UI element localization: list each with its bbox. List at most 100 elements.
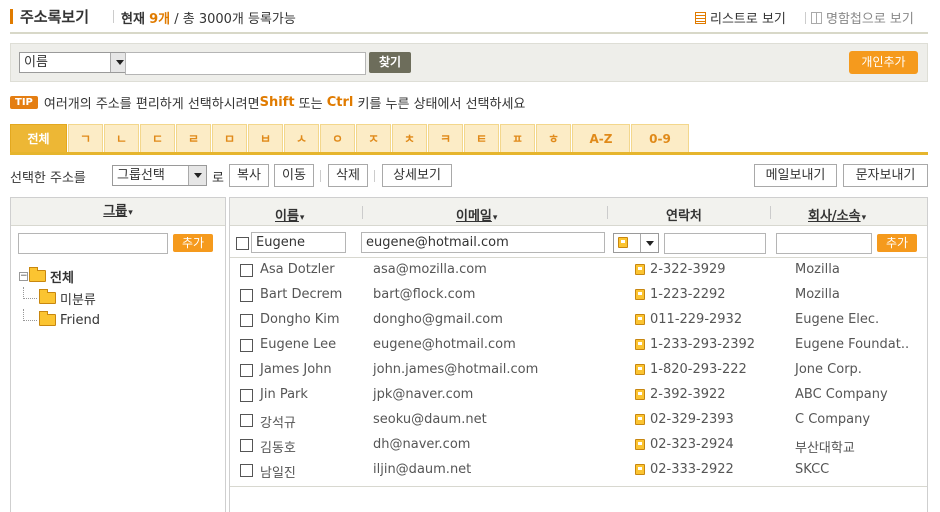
contact-name[interactable]: Bart Decrem <box>260 287 342 302</box>
table-row[interactable]: Dongho Kim dongho@gmail.com 011-229-2932… <box>230 308 927 333</box>
tab-giyeok[interactable]: ㄱ <box>68 124 103 152</box>
new-row-checkbox[interactable] <box>236 237 249 250</box>
contact-name[interactable]: Jin Park <box>260 387 308 402</box>
tab-kieuk[interactable]: ㅋ <box>428 124 463 152</box>
contact-email[interactable]: dh@naver.com <box>373 437 470 452</box>
tab-pieup[interactable]: ㅍ <box>500 124 535 152</box>
table-row[interactable]: Eugene Lee eugene@hotmail.com 1-233-293-… <box>230 333 927 358</box>
tab-tieut[interactable]: ㅌ <box>464 124 499 152</box>
row-checkbox[interactable] <box>240 464 253 477</box>
tab-digeut[interactable]: ㄷ <box>140 124 175 152</box>
folder-icon <box>39 311 56 326</box>
tab-a-z[interactable]: A-Z <box>572 124 630 152</box>
name-column-header[interactable]: 이름▾ <box>275 205 304 224</box>
capacity-text: / 총 3000개 등록가능 <box>174 12 296 27</box>
name-header-label: 이름 <box>275 209 299 224</box>
view-list-link[interactable]: 리스트로 보기 <box>695 8 786 27</box>
contact-name[interactable]: Dongho Kim <box>260 312 340 327</box>
contacts-list: Asa Dotzler asa@mozilla.com 2-322-3929 M… <box>230 258 927 483</box>
table-row[interactable]: 김동호 dh@naver.com 02-323-2924 부산대학교 <box>230 433 927 458</box>
group-item-uncategorized[interactable]: 미분류 <box>19 287 100 309</box>
company-column-header[interactable]: 회사/소속▾ <box>808 205 866 224</box>
tab-bieup[interactable]: ㅂ <box>248 124 283 152</box>
contact-email[interactable]: john.james@hotmail.com <box>373 362 538 377</box>
tab-chieut[interactable]: ㅊ <box>392 124 427 152</box>
contact-name[interactable]: 강석규 <box>260 412 296 431</box>
contact-email[interactable]: iljin@daum.net <box>373 462 471 477</box>
table-row[interactable]: James John john.james@hotmail.com 1-820-… <box>230 358 927 383</box>
phone-number: 02-323-2924 <box>650 437 734 452</box>
selected-label: 선택한 주소를 <box>10 171 86 186</box>
group-select[interactable]: 그룹선택 <box>112 165 207 186</box>
new-name-input[interactable]: Eugene <box>251 232 346 253</box>
tab-0-9[interactable]: 0-9 <box>631 124 689 152</box>
row-checkbox[interactable] <box>240 364 253 377</box>
group-item-all[interactable]: − 전체 <box>19 265 100 287</box>
search-field-select[interactable]: 이름 <box>19 52 129 73</box>
row-checkbox[interactable] <box>240 414 253 427</box>
tab-all[interactable]: 전체 <box>10 124 67 152</box>
group-panel: 그룹▾ 추가 − 전체 미분류 Friend <box>10 197 226 512</box>
table-row[interactable]: 남일진 iljin@daum.net 02-333-2922 SKCC <box>230 458 927 483</box>
table-row[interactable]: Bart Decrem bart@flock.com 1-223-2292 Mo… <box>230 283 927 308</box>
phone-type-select[interactable] <box>613 233 659 253</box>
contact-company: ABC Company <box>795 387 888 402</box>
add-contact-button[interactable]: 추가 <box>877 234 917 252</box>
row-checkbox[interactable] <box>240 314 253 327</box>
contact-phone: 2-392-3922 <box>635 387 726 402</box>
new-email-input[interactable]: eugene@hotmail.com <box>361 232 605 253</box>
tab-siot[interactable]: ㅅ <box>284 124 319 152</box>
add-person-button[interactable]: 개인추가 <box>849 51 918 74</box>
row-checkbox[interactable] <box>240 289 253 302</box>
send-mail-button[interactable]: 메일보내기 <box>754 164 837 187</box>
folder-icon <box>39 289 56 304</box>
contact-name[interactable]: 남일진 <box>260 462 296 481</box>
send-sms-button[interactable]: 문자보내기 <box>843 164 928 187</box>
contact-email[interactable]: dongho@gmail.com <box>373 312 503 327</box>
contact-email[interactable]: jpk@naver.com <box>373 387 473 402</box>
copy-button[interactable]: 복사 <box>229 164 269 187</box>
contact-email[interactable]: asa@mozilla.com <box>373 262 487 277</box>
contact-company: 부산대학교 <box>795 441 855 456</box>
contact-name[interactable]: 김동호 <box>260 437 296 456</box>
contact-name[interactable]: Asa Dotzler <box>260 262 335 277</box>
table-row[interactable]: 강석규 seoku@daum.net 02-329-2393 C Company <box>230 408 927 433</box>
row-checkbox[interactable] <box>240 264 253 277</box>
contact-company: SKCC <box>795 462 830 477</box>
chevron-down-icon[interactable] <box>640 234 658 252</box>
chevron-down-icon[interactable] <box>188 166 206 185</box>
new-company-input[interactable] <box>776 233 872 254</box>
email-column-header[interactable]: 이메일▾ <box>456 205 497 224</box>
tab-rieul[interactable]: ㄹ <box>176 124 211 152</box>
move-button[interactable]: 이동 <box>274 164 314 187</box>
group-header[interactable]: 그룹▾ <box>11 198 225 226</box>
table-row[interactable]: Jin Park jpk@naver.com 2-392-3922 ABC Co… <box>230 383 927 408</box>
add-group-button[interactable]: 추가 <box>173 234 213 252</box>
phone-number: 02-329-2393 <box>650 412 734 427</box>
contact-name[interactable]: Eugene Lee <box>260 337 336 352</box>
search-input[interactable] <box>125 52 366 75</box>
group-name-input[interactable] <box>18 233 168 254</box>
delete-button[interactable]: 삭제 <box>328 164 368 187</box>
row-checkbox[interactable] <box>240 339 253 352</box>
view-card-link[interactable]: 명함첩으로 보기 <box>811 8 914 27</box>
new-phone-input[interactable] <box>664 233 766 254</box>
tab-jieut[interactable]: ㅈ <box>356 124 391 152</box>
contact-email[interactable]: bart@flock.com <box>373 287 475 302</box>
collapse-icon[interactable]: − <box>19 271 28 281</box>
group-item-friend[interactable]: Friend <box>19 309 100 331</box>
tab-hieut[interactable]: ㅎ <box>536 124 571 152</box>
find-button[interactable]: 찾기 <box>369 52 411 73</box>
tab-mieum[interactable]: ㅁ <box>212 124 247 152</box>
phone-icon <box>635 339 645 350</box>
contact-email[interactable]: eugene@hotmail.com <box>373 337 516 352</box>
phone-icon <box>635 314 645 325</box>
row-checkbox[interactable] <box>240 389 253 402</box>
table-row[interactable]: Asa Dotzler asa@mozilla.com 2-322-3929 M… <box>230 258 927 283</box>
contact-name[interactable]: James John <box>260 362 332 377</box>
contact-email[interactable]: seoku@daum.net <box>373 412 487 427</box>
tab-nieun[interactable]: ㄴ <box>104 124 139 152</box>
row-checkbox[interactable] <box>240 439 253 452</box>
tab-ieung[interactable]: ㅇ <box>320 124 355 152</box>
details-button[interactable]: 상세보기 <box>382 164 452 187</box>
